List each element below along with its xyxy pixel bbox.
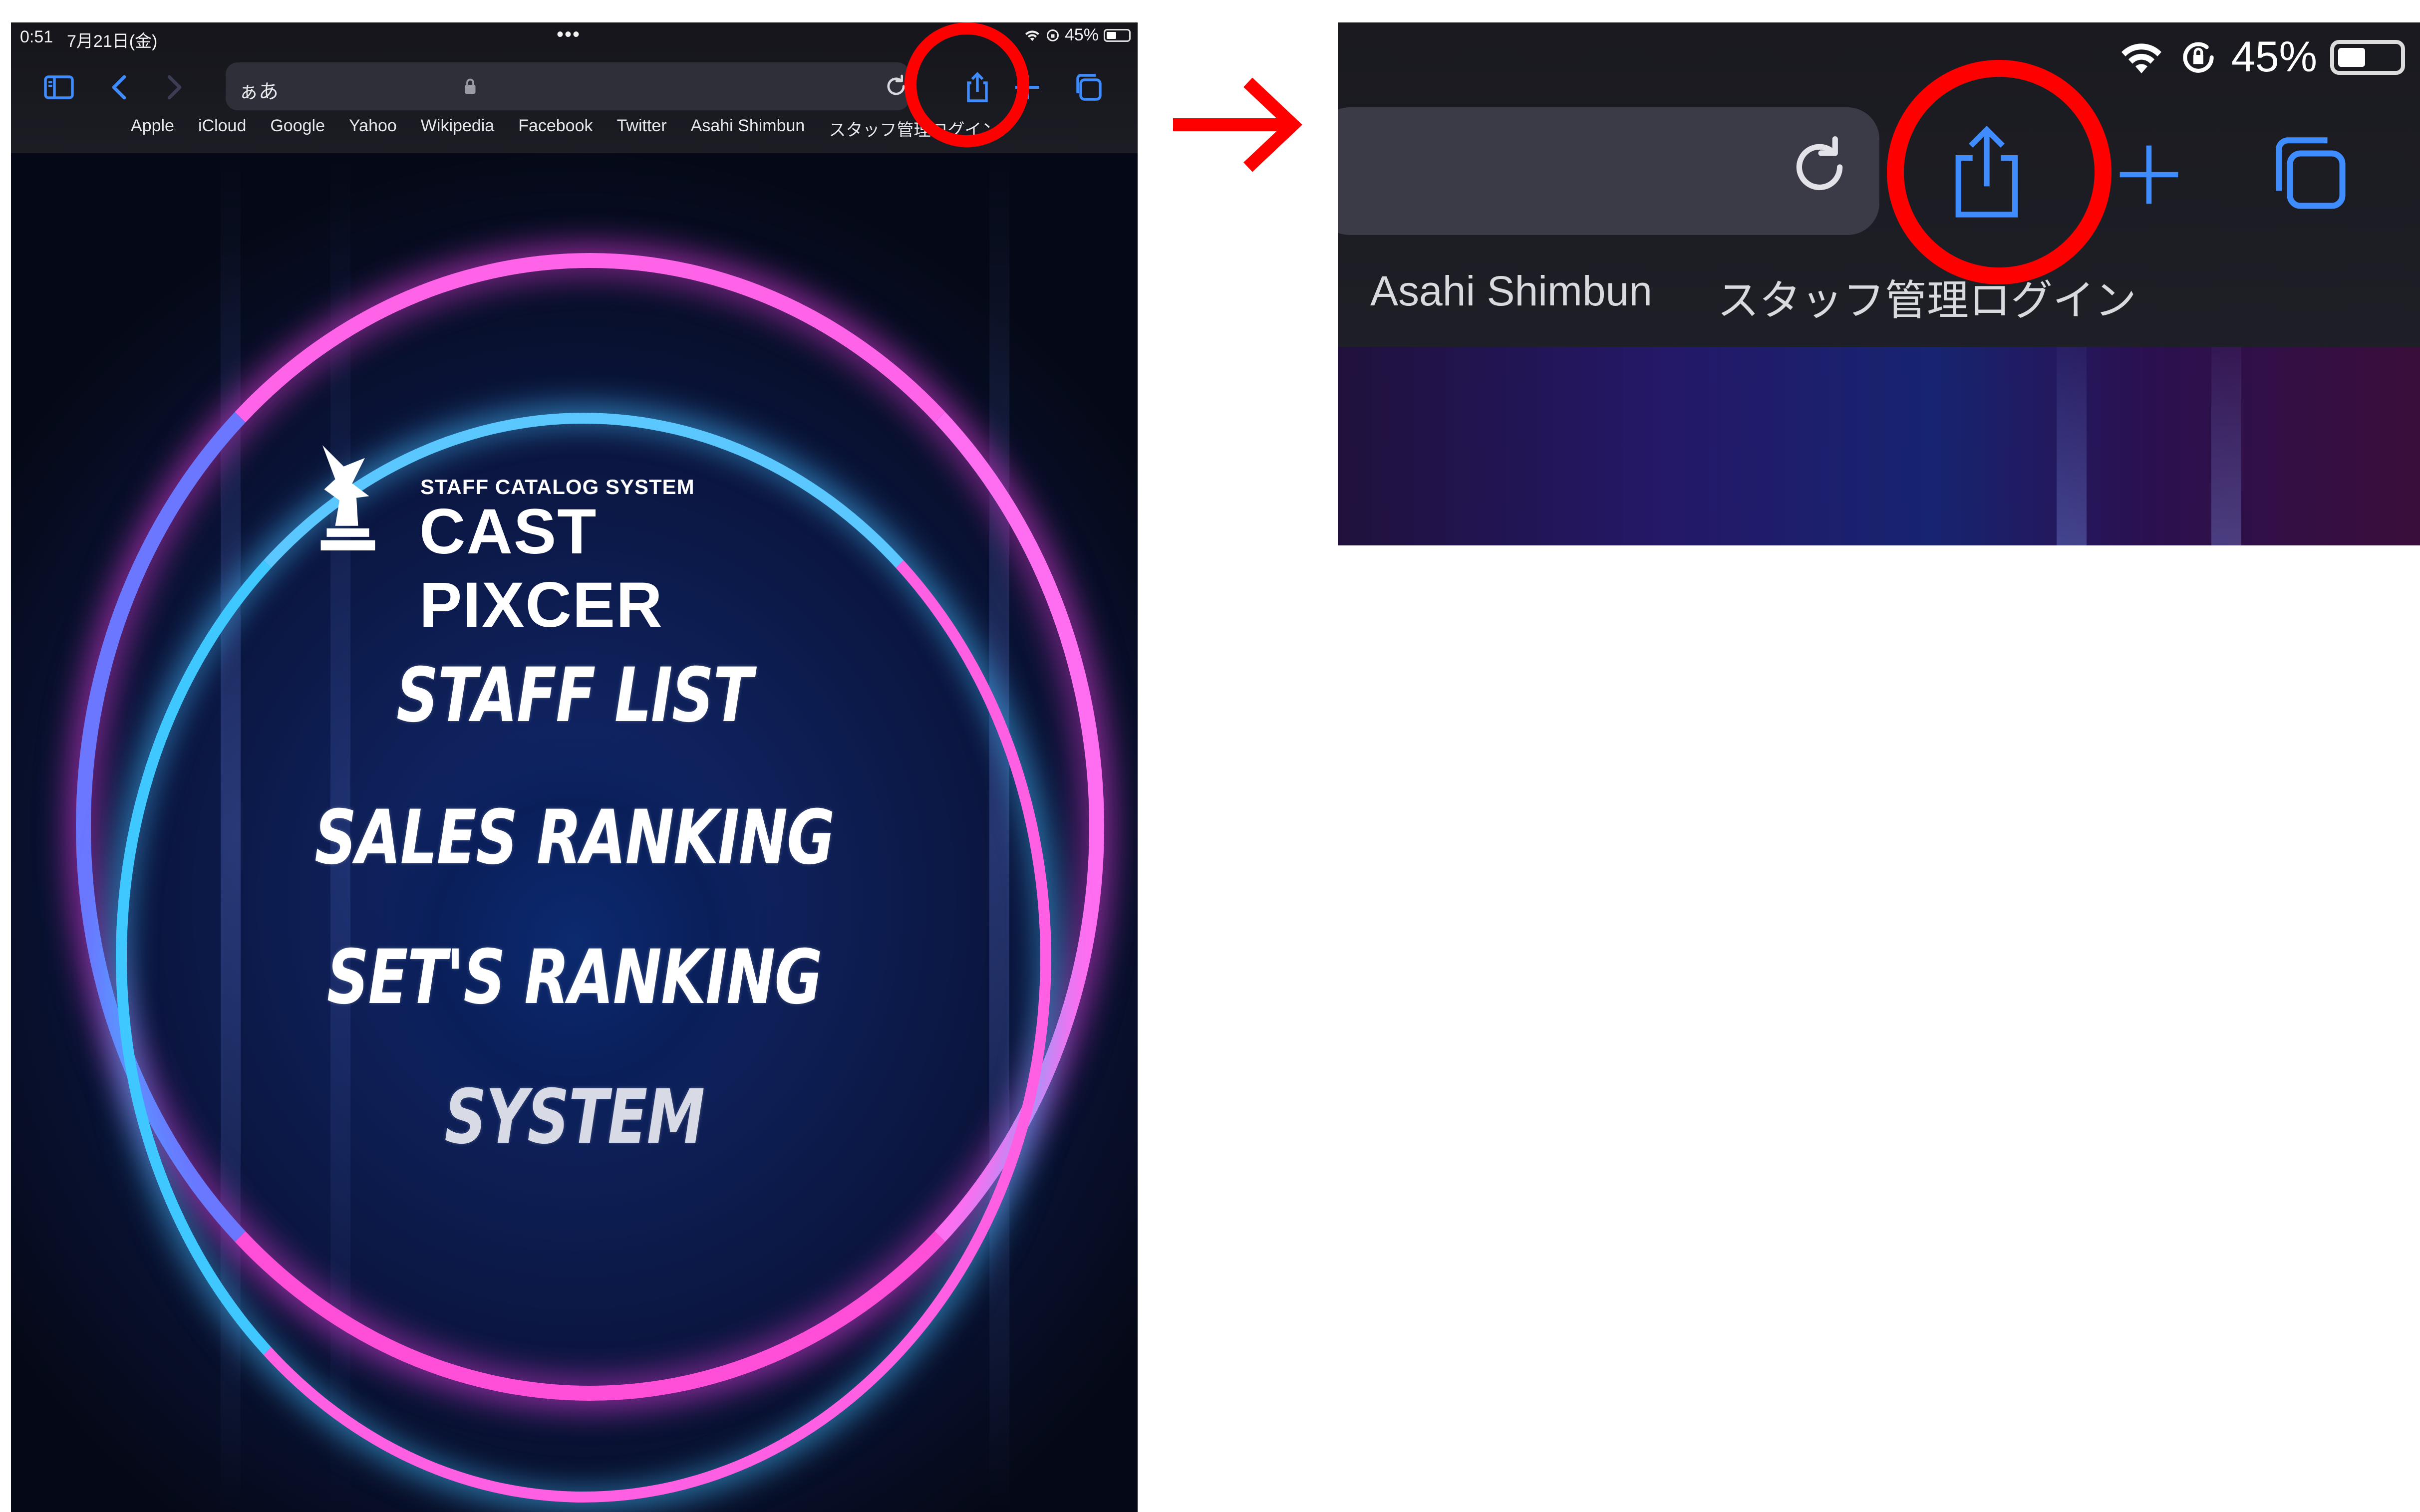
bookmark-google[interactable]: Google	[270, 116, 325, 141]
wifi-icon	[2121, 43, 2161, 73]
bookmark-yahoo[interactable]: Yahoo	[349, 116, 397, 141]
tabs-icon[interactable]	[2264, 127, 2354, 217]
battery-icon	[1104, 28, 1131, 42]
bookmark-asahi-shimbun[interactable]: Asahi Shimbun	[1370, 267, 1652, 327]
zoom-page-background	[1338, 347, 2420, 545]
bookmark-icloud[interactable]: iCloud	[198, 116, 246, 141]
zoom-battery-percent: 45%	[2231, 33, 2317, 81]
status-date: 7月21日(金)	[67, 32, 158, 51]
light-beam	[2211, 347, 2241, 545]
menu-sets-ranking[interactable]: SET'S RANKING	[135, 934, 1013, 1021]
bookmark-staff-login[interactable]: スタッフ管理ログイン	[1717, 267, 2136, 327]
status-indicators: 45%	[1024, 25, 1131, 45]
orientation-lock-icon	[2183, 42, 2214, 73]
status-time: 0:51	[20, 27, 53, 46]
share-highlight-circle	[905, 22, 1029, 147]
reload-icon[interactable]	[1782, 130, 1857, 205]
menu-staff-list[interactable]: STAFF LIST	[135, 652, 1013, 739]
multitasking-dots[interactable]: •••	[557, 23, 581, 46]
bookmark-twitter[interactable]: Twitter	[617, 116, 667, 141]
bookmark-facebook[interactable]: Facebook	[518, 116, 593, 141]
zoomed-toolbar-crop: 45% Asahi Shimbun スタッフ管理ログイン	[1338, 22, 2420, 545]
battery-percent: 45%	[1064, 25, 1099, 44]
reader-options-button[interactable]: ぁあ	[239, 75, 279, 104]
web-page: STAFF CATALOG SYSTEM CAST PIXCER STAFF L…	[11, 153, 1138, 1512]
arrow-right-icon	[1173, 77, 1302, 172]
plus-icon[interactable]	[2114, 140, 2184, 210]
wifi-icon	[1025, 30, 1039, 41]
forward-icon[interactable]	[156, 69, 192, 105]
menu-sales-ranking[interactable]: SALES RANKING	[135, 794, 1013, 881]
site-logo[interactable]: STAFF CATALOG SYSTEM CAST PIXCER	[305, 445, 830, 641]
battery-icon	[2330, 39, 2405, 75]
tabs-icon[interactable]	[1070, 69, 1106, 105]
bookmark-asahi-shimbun[interactable]: Asahi Shimbun	[691, 116, 805, 141]
zoom-status-indicators: 45%	[2118, 32, 2405, 82]
lock-icon	[465, 78, 476, 94]
light-beam	[2057, 347, 2087, 545]
back-icon[interactable]	[102, 69, 138, 105]
menu-system[interactable]: SYSTEM	[135, 1074, 1013, 1161]
chess-knight-logo-icon	[320, 445, 375, 551]
bookmark-wikipedia[interactable]: Wikipedia	[421, 116, 494, 141]
logo-title: CAST PIXCER	[419, 496, 663, 641]
share-highlight-circle	[1887, 60, 2112, 284]
ipad-screenshot: 0:51 7月21日(金) ••• 45% ぁあ Apple iCloud Go…	[11, 22, 1138, 1512]
favorites-bar: Apple iCloud Google Yahoo Wikipedia Face…	[131, 116, 998, 141]
bookmark-apple[interactable]: Apple	[131, 116, 174, 141]
sidebar-icon[interactable]	[41, 69, 77, 105]
address-bar[interactable]: ぁあ	[226, 62, 909, 110]
orientation-lock-icon	[1046, 29, 1059, 41]
